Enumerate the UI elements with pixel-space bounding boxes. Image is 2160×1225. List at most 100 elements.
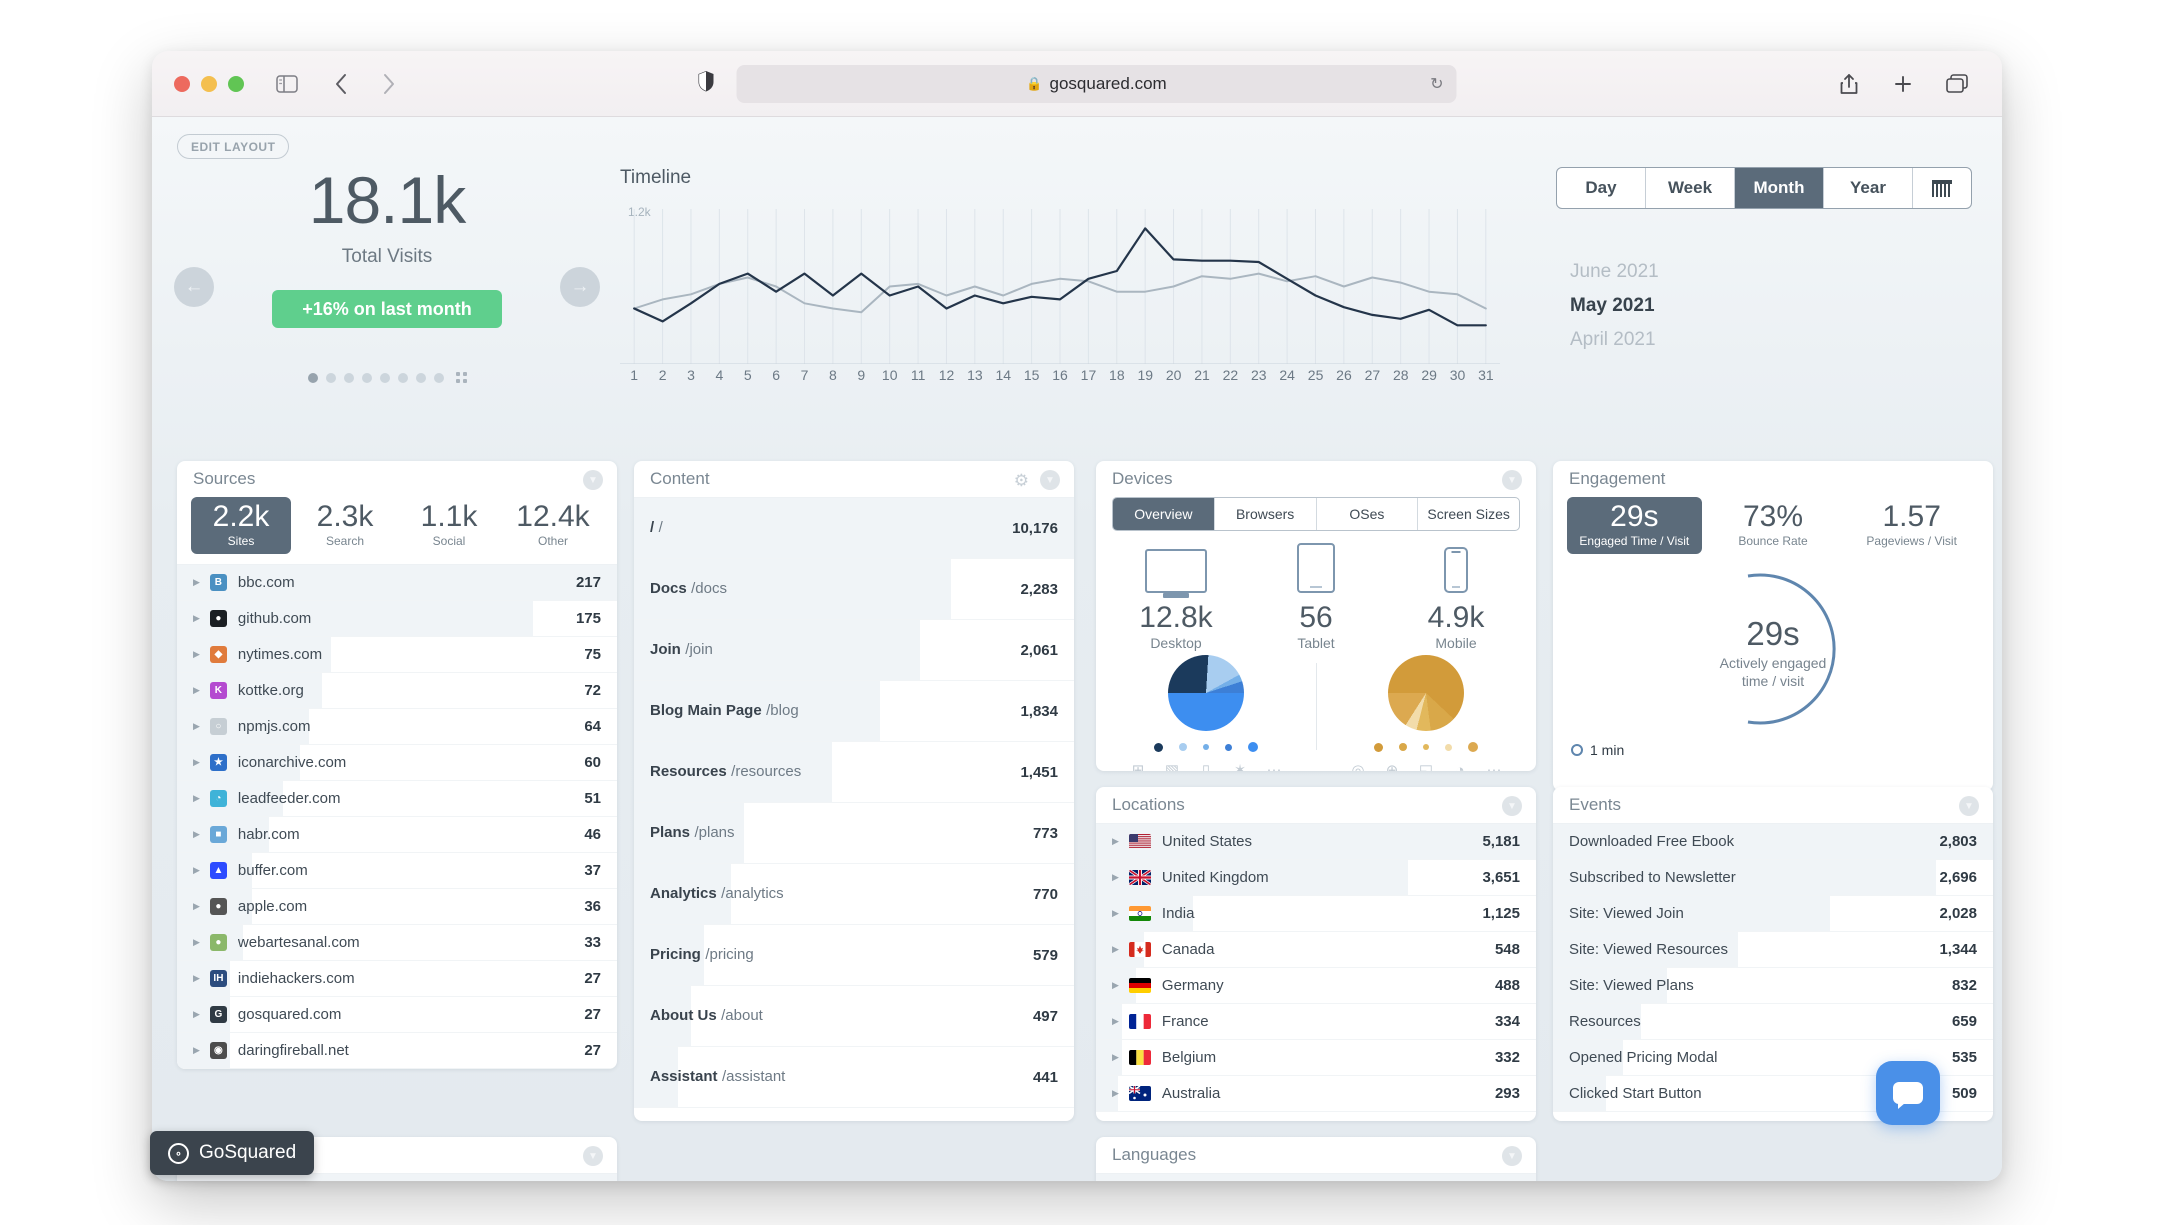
- expand-caret-icon[interactable]: ▶: [1112, 944, 1119, 955]
- table-row[interactable]: Site: Viewed Join 2,028: [1553, 896, 1993, 932]
- collapse-icon[interactable]: ▼: [583, 470, 603, 490]
- navigation-arrows[interactable]: [326, 69, 408, 99]
- content-actions[interactable]: ⚙ ▼: [1014, 470, 1060, 490]
- metric-sites[interactable]: 2.2k Sites: [191, 497, 291, 554]
- other-icon[interactable]: ⋯: [1484, 760, 1504, 771]
- table-row[interactable]: ▶ IH indiehackers.com 27: [177, 960, 617, 997]
- maximize-window-button[interactable]: [228, 75, 244, 92]
- expand-caret-icon[interactable]: ▶: [193, 1009, 200, 1020]
- collapse-icon[interactable]: ▼: [1040, 470, 1060, 490]
- gear-icon[interactable]: ⚙: [1014, 472, 1029, 489]
- table-row[interactable]: Site: Viewed Resources 1,344: [1553, 932, 1993, 968]
- sources-actions[interactable]: ▼: [583, 470, 603, 490]
- windows-icon[interactable]: ⊞: [1128, 760, 1148, 771]
- table-row[interactable]: ▶ Australia 293: [1096, 1076, 1536, 1112]
- table-row[interactable]: ▶ France 334: [1096, 1004, 1536, 1040]
- table-row[interactable]: ▶ ○ npmjs.com 64: [177, 708, 617, 745]
- engagement-metric-tabs[interactable]: 29s Engaged Time / Visit 73% Bounce Rate…: [1553, 497, 1993, 564]
- table-row[interactable]: ▶ ● webartesanal.com 33: [177, 924, 617, 961]
- expand-caret-icon[interactable]: ▶: [193, 865, 200, 876]
- month-list[interactable]: June 2021 May 2021 April 2021: [1556, 261, 1972, 351]
- close-window-button[interactable]: [174, 75, 190, 92]
- table-row[interactable]: Docs /docs 2,283: [634, 559, 1074, 620]
- reload-icon[interactable]: ↻: [1430, 74, 1443, 94]
- table-row[interactable]: Blog Main Page /blog 1,834: [634, 681, 1074, 742]
- table-row[interactable]: ▶ ★ iconarchive.com 60: [177, 744, 617, 781]
- table-row[interactable]: ▶ Germany 488: [1096, 968, 1536, 1004]
- table-row[interactable]: ▶ ▲ buffer.com 37: [177, 852, 617, 889]
- table-row[interactable]: Resources 659: [1553, 1004, 1993, 1040]
- expand-caret-icon[interactable]: ▶: [1112, 1016, 1119, 1027]
- table-row[interactable]: ▶ ◔ leadfeeder.com 51: [177, 780, 617, 817]
- table-row[interactable]: ▶ United Kingdom 3,651: [1096, 860, 1536, 896]
- expand-caret-icon[interactable]: ▶: [193, 577, 200, 588]
- collapse-icon[interactable]: ▼: [1502, 796, 1522, 816]
- table-row[interactable]: ▶ Canada 548: [1096, 932, 1536, 968]
- table-row[interactable]: ▶● newyorker.com 27: [177, 1068, 617, 1069]
- table-row[interactable]: Plans /plans 773: [634, 803, 1074, 864]
- chrome-icon[interactable]: ◎: [1348, 760, 1368, 771]
- share-icon[interactable]: [1834, 69, 1864, 99]
- ios-icon[interactable]: ▯: [1196, 760, 1216, 771]
- expand-caret-icon[interactable]: ▶: [193, 973, 200, 984]
- apple-icon[interactable]: ▧: [1162, 760, 1182, 771]
- month-option[interactable]: May 2021: [1570, 295, 1972, 317]
- languages-actions[interactable]: ▼: [1502, 1146, 1522, 1166]
- month-option[interactable]: April 2021: [1570, 329, 1972, 351]
- range-tab-group[interactable]: Day Week Month Year: [1556, 167, 1972, 209]
- table-row[interactable]: Site: Viewed Plans 832: [1553, 968, 1993, 1004]
- devices-actions[interactable]: ▼: [1502, 470, 1522, 490]
- table-row[interactable]: Resources /resources 1,451: [634, 742, 1074, 803]
- table-row[interactable]: ▶ ■ habr.com 46: [177, 816, 617, 853]
- tab-overview-icon[interactable]: [1942, 69, 1972, 99]
- table-row[interactable]: ▶ ◉ daringfireball.net 27: [177, 1032, 617, 1069]
- sidebar-toggle-icon[interactable]: [272, 69, 302, 99]
- hero-next-button[interactable]: →: [560, 267, 600, 307]
- table-row[interactable]: Pricing /pricing 579: [634, 925, 1074, 986]
- metric-bounce-rate[interactable]: 73% Bounce Rate: [1706, 497, 1841, 554]
- metric-search[interactable]: 2.3k Search: [295, 497, 395, 554]
- locations-list[interactable]: ▶ United States 5,181 ▶ United Kingdom 3…: [1096, 823, 1536, 1112]
- table-row[interactable]: About Us /about 497: [634, 986, 1074, 1047]
- expand-caret-icon[interactable]: ▶: [1112, 1052, 1119, 1063]
- table-row[interactable]: Join /join 2,061: [634, 620, 1074, 681]
- content-list[interactable]: / / 10,176 Docs /docs 2,283 Join /join 2…: [634, 497, 1074, 1108]
- android-icon[interactable]: ✶: [1230, 760, 1250, 771]
- os-legend-icons[interactable]: ⊞ ▧ ▯ ✶ ⋯: [1128, 760, 1284, 771]
- devices-tab-oses[interactable]: OSes: [1317, 498, 1419, 530]
- table-row[interactable]: Downloaded Free Ebook 2,803: [1553, 824, 1993, 860]
- back-chevron-icon[interactable]: [326, 69, 356, 99]
- table-row[interactable]: ▶ India 1,125: [1096, 896, 1536, 932]
- expand-caret-icon[interactable]: ▶: [193, 721, 200, 732]
- expand-caret-icon[interactable]: ▶: [193, 829, 200, 840]
- expand-caret-icon[interactable]: ▶: [193, 1045, 200, 1056]
- table-row[interactable]: Assistant /assistant 441: [634, 1047, 1074, 1108]
- campaigns-actions[interactable]: ▼: [583, 1146, 603, 1166]
- table-row[interactable]: ▶ G gosquared.com 27: [177, 996, 617, 1033]
- range-tab-year[interactable]: Year: [1824, 168, 1913, 208]
- table-row[interactable]: ▶ ● apple.com 36: [177, 888, 617, 925]
- expand-caret-icon[interactable]: ▶: [193, 793, 200, 804]
- sources-list[interactable]: ▶ B bbc.com 217 ▶ ● github.com 175 ▶ ◆ nyti…: [177, 563, 617, 1069]
- edge-icon[interactable]: ⊕: [1382, 760, 1402, 771]
- other-icon[interactable]: ⋯: [1264, 760, 1284, 771]
- range-tab-month[interactable]: Month: [1735, 168, 1824, 208]
- url-bar[interactable]: 🔒 gosquared.com ↻: [736, 64, 1457, 103]
- shield-icon[interactable]: [698, 70, 715, 97]
- expand-caret-icon[interactable]: ▶: [193, 649, 200, 660]
- sources-metric-tabs[interactable]: 2.2k Sites 2.3k Search 1.1k Social 12.4k…: [177, 497, 617, 564]
- plus-icon[interactable]: [1888, 69, 1918, 99]
- table-row[interactable]: English (United States) 9,195: [1096, 1174, 1536, 1181]
- table-row[interactable]: Analytics /analytics 770: [634, 864, 1074, 925]
- table-row[interactable]: ▶ B bbc.com 217: [177, 564, 617, 601]
- edit-layout-button[interactable]: EDIT LAYOUT: [177, 134, 290, 159]
- range-tab-day[interactable]: Day: [1557, 168, 1646, 208]
- gosquared-badge[interactable]: ∘ GoSquared: [150, 1131, 315, 1175]
- locations-actions[interactable]: ▼: [1502, 796, 1522, 816]
- window-controls[interactable]: [174, 75, 244, 92]
- firefox-icon[interactable]: ◔: [1450, 760, 1470, 772]
- table-row[interactable]: / / 10,176: [634, 498, 1074, 559]
- expand-caret-icon[interactable]: ▶: [193, 937, 200, 948]
- metric-engaged-time-visit[interactable]: 29s Engaged Time / Visit: [1567, 497, 1702, 554]
- devices-tab-screen-sizes[interactable]: Screen Sizes: [1418, 498, 1519, 530]
